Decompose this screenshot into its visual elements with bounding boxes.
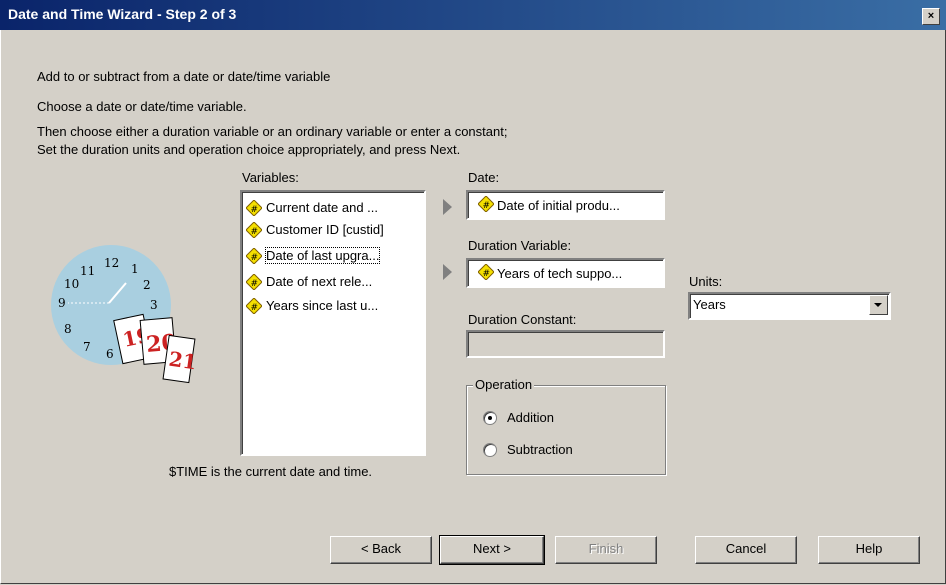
move-to-date-arrow-icon[interactable] — [443, 199, 452, 215]
variable-icon: # — [477, 263, 495, 281]
svg-text:#: # — [251, 253, 259, 263]
clock-number: 11 — [80, 264, 95, 278]
duration-variable-label: Duration Variable: — [468, 238, 572, 253]
duration-constant-label: Duration Constant: — [468, 312, 577, 327]
subtraction-radio[interactable] — [483, 443, 497, 457]
duration-constant-field[interactable] — [466, 330, 665, 358]
svg-text:#: # — [251, 303, 259, 313]
help-button-label: Help — [855, 541, 883, 556]
duration-variable-field[interactable]: # Years of tech suppo... — [466, 258, 665, 288]
svg-text:#: # — [483, 201, 491, 211]
variable-icon: # — [245, 199, 263, 217]
calendar-pages: 19 20 21 — [113, 313, 196, 384]
list-item-label: Date of next rele... — [266, 274, 373, 289]
next-button-label: Next > — [473, 541, 511, 556]
clock-number: 10 — [64, 277, 79, 291]
close-button[interactable]: × — [922, 8, 940, 25]
svg-text:#: # — [251, 205, 259, 215]
help-button[interactable]: Help — [818, 536, 920, 564]
back-button[interactable]: < Back — [330, 536, 432, 564]
clock-number: 2 — [143, 278, 151, 292]
clock-number: 8 — [64, 322, 72, 336]
clock-number: 7 — [83, 340, 91, 354]
clock-calendar-illustration: 12 1 2 3 11 10 9 8 7 6 19 20 21 — [51, 245, 196, 384]
duration-variable-value: Years of tech suppo... — [497, 266, 623, 281]
variable-icon: # — [245, 273, 263, 291]
cancel-button-label: Cancel — [725, 541, 767, 556]
list-item-label: Current date and ... — [266, 200, 379, 215]
svg-text:#: # — [483, 269, 491, 279]
next-button[interactable]: Next > — [439, 535, 545, 565]
addition-radio[interactable] — [483, 411, 497, 425]
time-footnote: $TIME is the current date and time. — [169, 464, 373, 479]
operation-groupbox: Operation Addition Subtraction — [466, 377, 666, 475]
date-field-value: Date of initial produ... — [497, 198, 620, 213]
cancel-button[interactable]: Cancel — [695, 536, 797, 564]
variables-list[interactable]: # Current date and ... # Customer ID [cu… — [240, 190, 426, 456]
units-select-value: Years — [693, 297, 726, 312]
window-title: Date and Time Wizard - Step 2 of 3 — [8, 6, 237, 22]
list-item-label: Date of last upgra... — [264, 247, 381, 264]
subtraction-label[interactable]: Subtraction — [507, 442, 573, 457]
chevron-down-icon[interactable] — [869, 295, 888, 315]
list-item-label: Customer ID [custid] — [266, 222, 384, 237]
instruction-line-2: Then choose either a duration variable o… — [37, 124, 508, 139]
variable-icon: # — [245, 247, 263, 265]
date-label: Date: — [468, 170, 500, 185]
units-label: Units: — [689, 274, 723, 289]
clock-number: 12 — [104, 256, 119, 270]
calendar-number: 21 — [167, 347, 196, 375]
back-button-label: < Back — [360, 541, 402, 556]
instruction-line-1: Choose a date or date/time variable. — [37, 99, 247, 114]
instruction-line-3: Set the duration units and operation cho… — [37, 142, 461, 157]
variables-label: Variables: — [242, 170, 299, 185]
move-to-duration-arrow-icon[interactable] — [443, 264, 452, 280]
title-bar: Date and Time Wizard - Step 2 of 3 × — [0, 0, 946, 30]
variable-icon: # — [245, 297, 263, 315]
instruction-heading: Add to or subtract from a date or date/t… — [37, 69, 331, 84]
units-select[interactable]: Years — [688, 292, 891, 320]
clock-number: 9 — [58, 296, 66, 310]
variable-icon: # — [245, 221, 263, 239]
operation-legend: Operation — [473, 377, 535, 392]
addition-label[interactable]: Addition — [507, 410, 554, 425]
clock-number: 1 — [131, 262, 139, 276]
finish-button[interactable]: Finish — [555, 536, 657, 564]
clock-number: 6 — [106, 347, 114, 361]
clock-number: 3 — [150, 298, 158, 312]
date-field[interactable]: # Date of initial produ... — [466, 190, 665, 220]
variable-icon: # — [477, 195, 495, 213]
list-item-label: Years since last u... — [266, 298, 379, 313]
svg-text:#: # — [251, 279, 259, 289]
svg-text:#: # — [251, 227, 259, 237]
finish-button-label: Finish — [588, 541, 624, 556]
